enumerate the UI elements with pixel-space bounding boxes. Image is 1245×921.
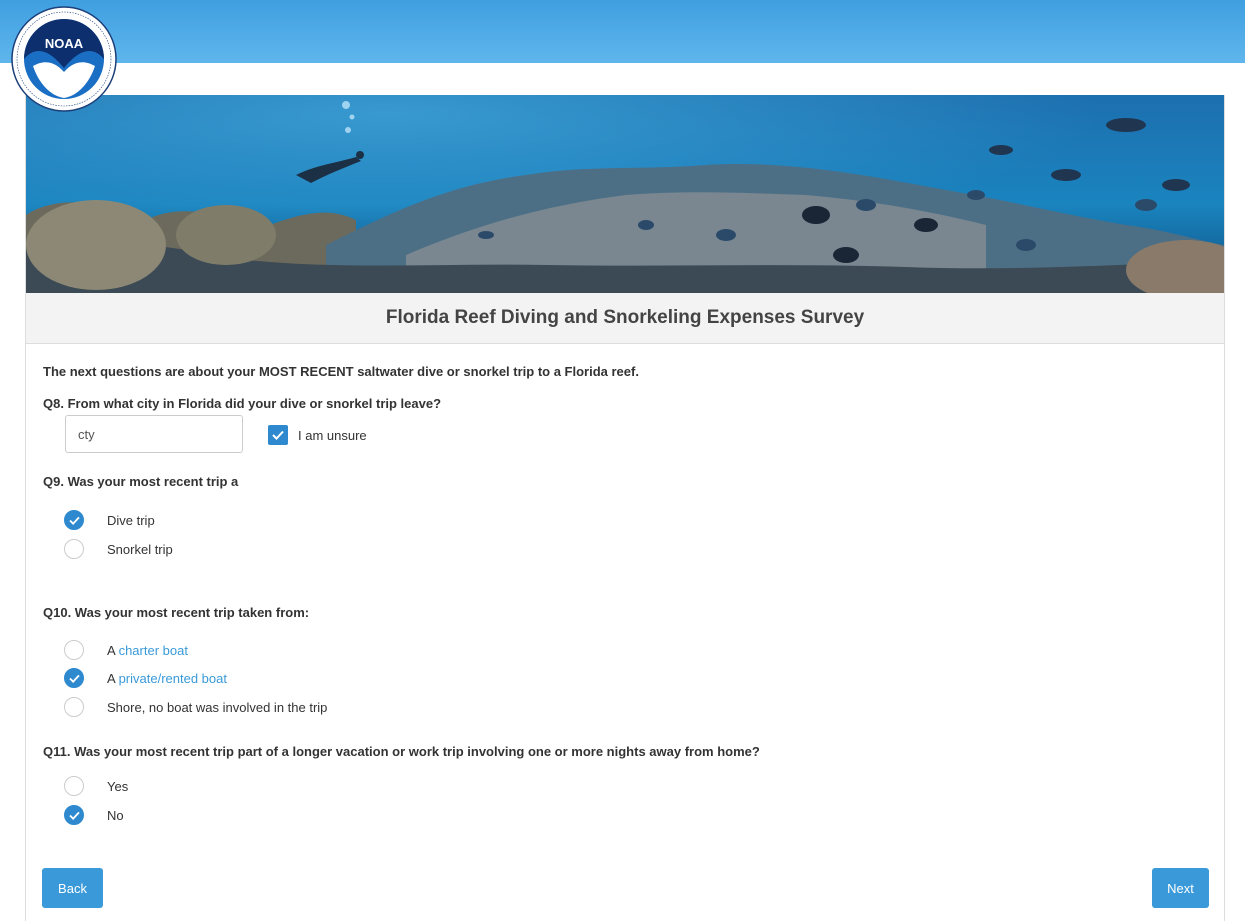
checkmark-icon (68, 674, 80, 683)
city-input[interactable] (65, 415, 243, 453)
private-rented-boat-link[interactable]: private/rented boat (119, 671, 227, 686)
checkmark-icon (68, 811, 80, 820)
charter-boat-link[interactable]: charter boat (119, 643, 188, 658)
unsure-checkbox-row[interactable]: I am unsure (268, 425, 367, 445)
q9-label: Q9. Was your most recent trip a (43, 474, 239, 489)
q10-option-private-boat[interactable]: A private/rented boat (64, 667, 227, 689)
unsure-checkbox[interactable] (268, 425, 288, 445)
q11-no-radio[interactable] (64, 805, 84, 825)
q10-option-shore[interactable]: Shore, no boat was involved in the trip (64, 696, 327, 718)
q9-snorkel-radio[interactable] (64, 539, 84, 559)
q10-private-label: A private/rented boat (107, 671, 227, 686)
checkmark-icon (68, 516, 80, 525)
coral-reef-banner-image (26, 95, 1224, 293)
svg-text:NOAA: NOAA (45, 36, 84, 51)
q10-private-radio[interactable] (64, 668, 84, 688)
q8-label: Q8. From what city in Florida did your d… (43, 396, 442, 411)
page-title: Florida Reef Diving and Snorkeling Expen… (385, 307, 865, 328)
unsure-checkbox-label: I am unsure (298, 427, 367, 443)
checkmark-icon (272, 430, 284, 440)
q11-yes-label: Yes (107, 778, 129, 794)
survey-title-bar: Florida Reef Diving and Snorkeling Expen… (26, 293, 1224, 344)
q11-yes-radio[interactable] (64, 776, 84, 796)
noaa-logo: NOAA (11, 6, 117, 112)
q10-charter-radio[interactable] (64, 640, 84, 660)
q11-option-yes[interactable]: Yes (64, 775, 128, 797)
q9-option-dive-trip[interactable]: Dive trip (64, 509, 155, 531)
survey-intro-text: The next questions are about your MOST R… (43, 364, 639, 379)
survey-container: Florida Reef Diving and Snorkeling Expen… (25, 95, 1225, 921)
q9-option-snorkel-trip[interactable]: Snorkel trip (64, 538, 173, 560)
next-button[interactable]: Next (1152, 868, 1209, 908)
q10-charter-label: A charter boat (107, 643, 188, 658)
q9-dive-label: Dive trip (107, 512, 155, 528)
q9-snorkel-label: Snorkel trip (107, 541, 173, 557)
q10-shore-label: Shore, no boat was involved in the trip (107, 699, 328, 715)
q10-label: Q10. Was your most recent trip taken fro… (43, 605, 310, 620)
q10-charter-prefix: A (107, 642, 119, 658)
q9-dive-radio[interactable] (64, 510, 84, 530)
q10-shore-radio[interactable] (64, 697, 84, 717)
q11-option-no[interactable]: No (64, 804, 124, 826)
top-header-bar (0, 0, 1245, 63)
q10-private-prefix: A (107, 670, 119, 686)
q11-no-label: No (107, 807, 124, 823)
q10-option-charter-boat[interactable]: A charter boat (64, 639, 188, 661)
q11-label: Q11. Was your most recent trip part of a… (43, 744, 760, 759)
back-button[interactable]: Back (42, 868, 103, 908)
